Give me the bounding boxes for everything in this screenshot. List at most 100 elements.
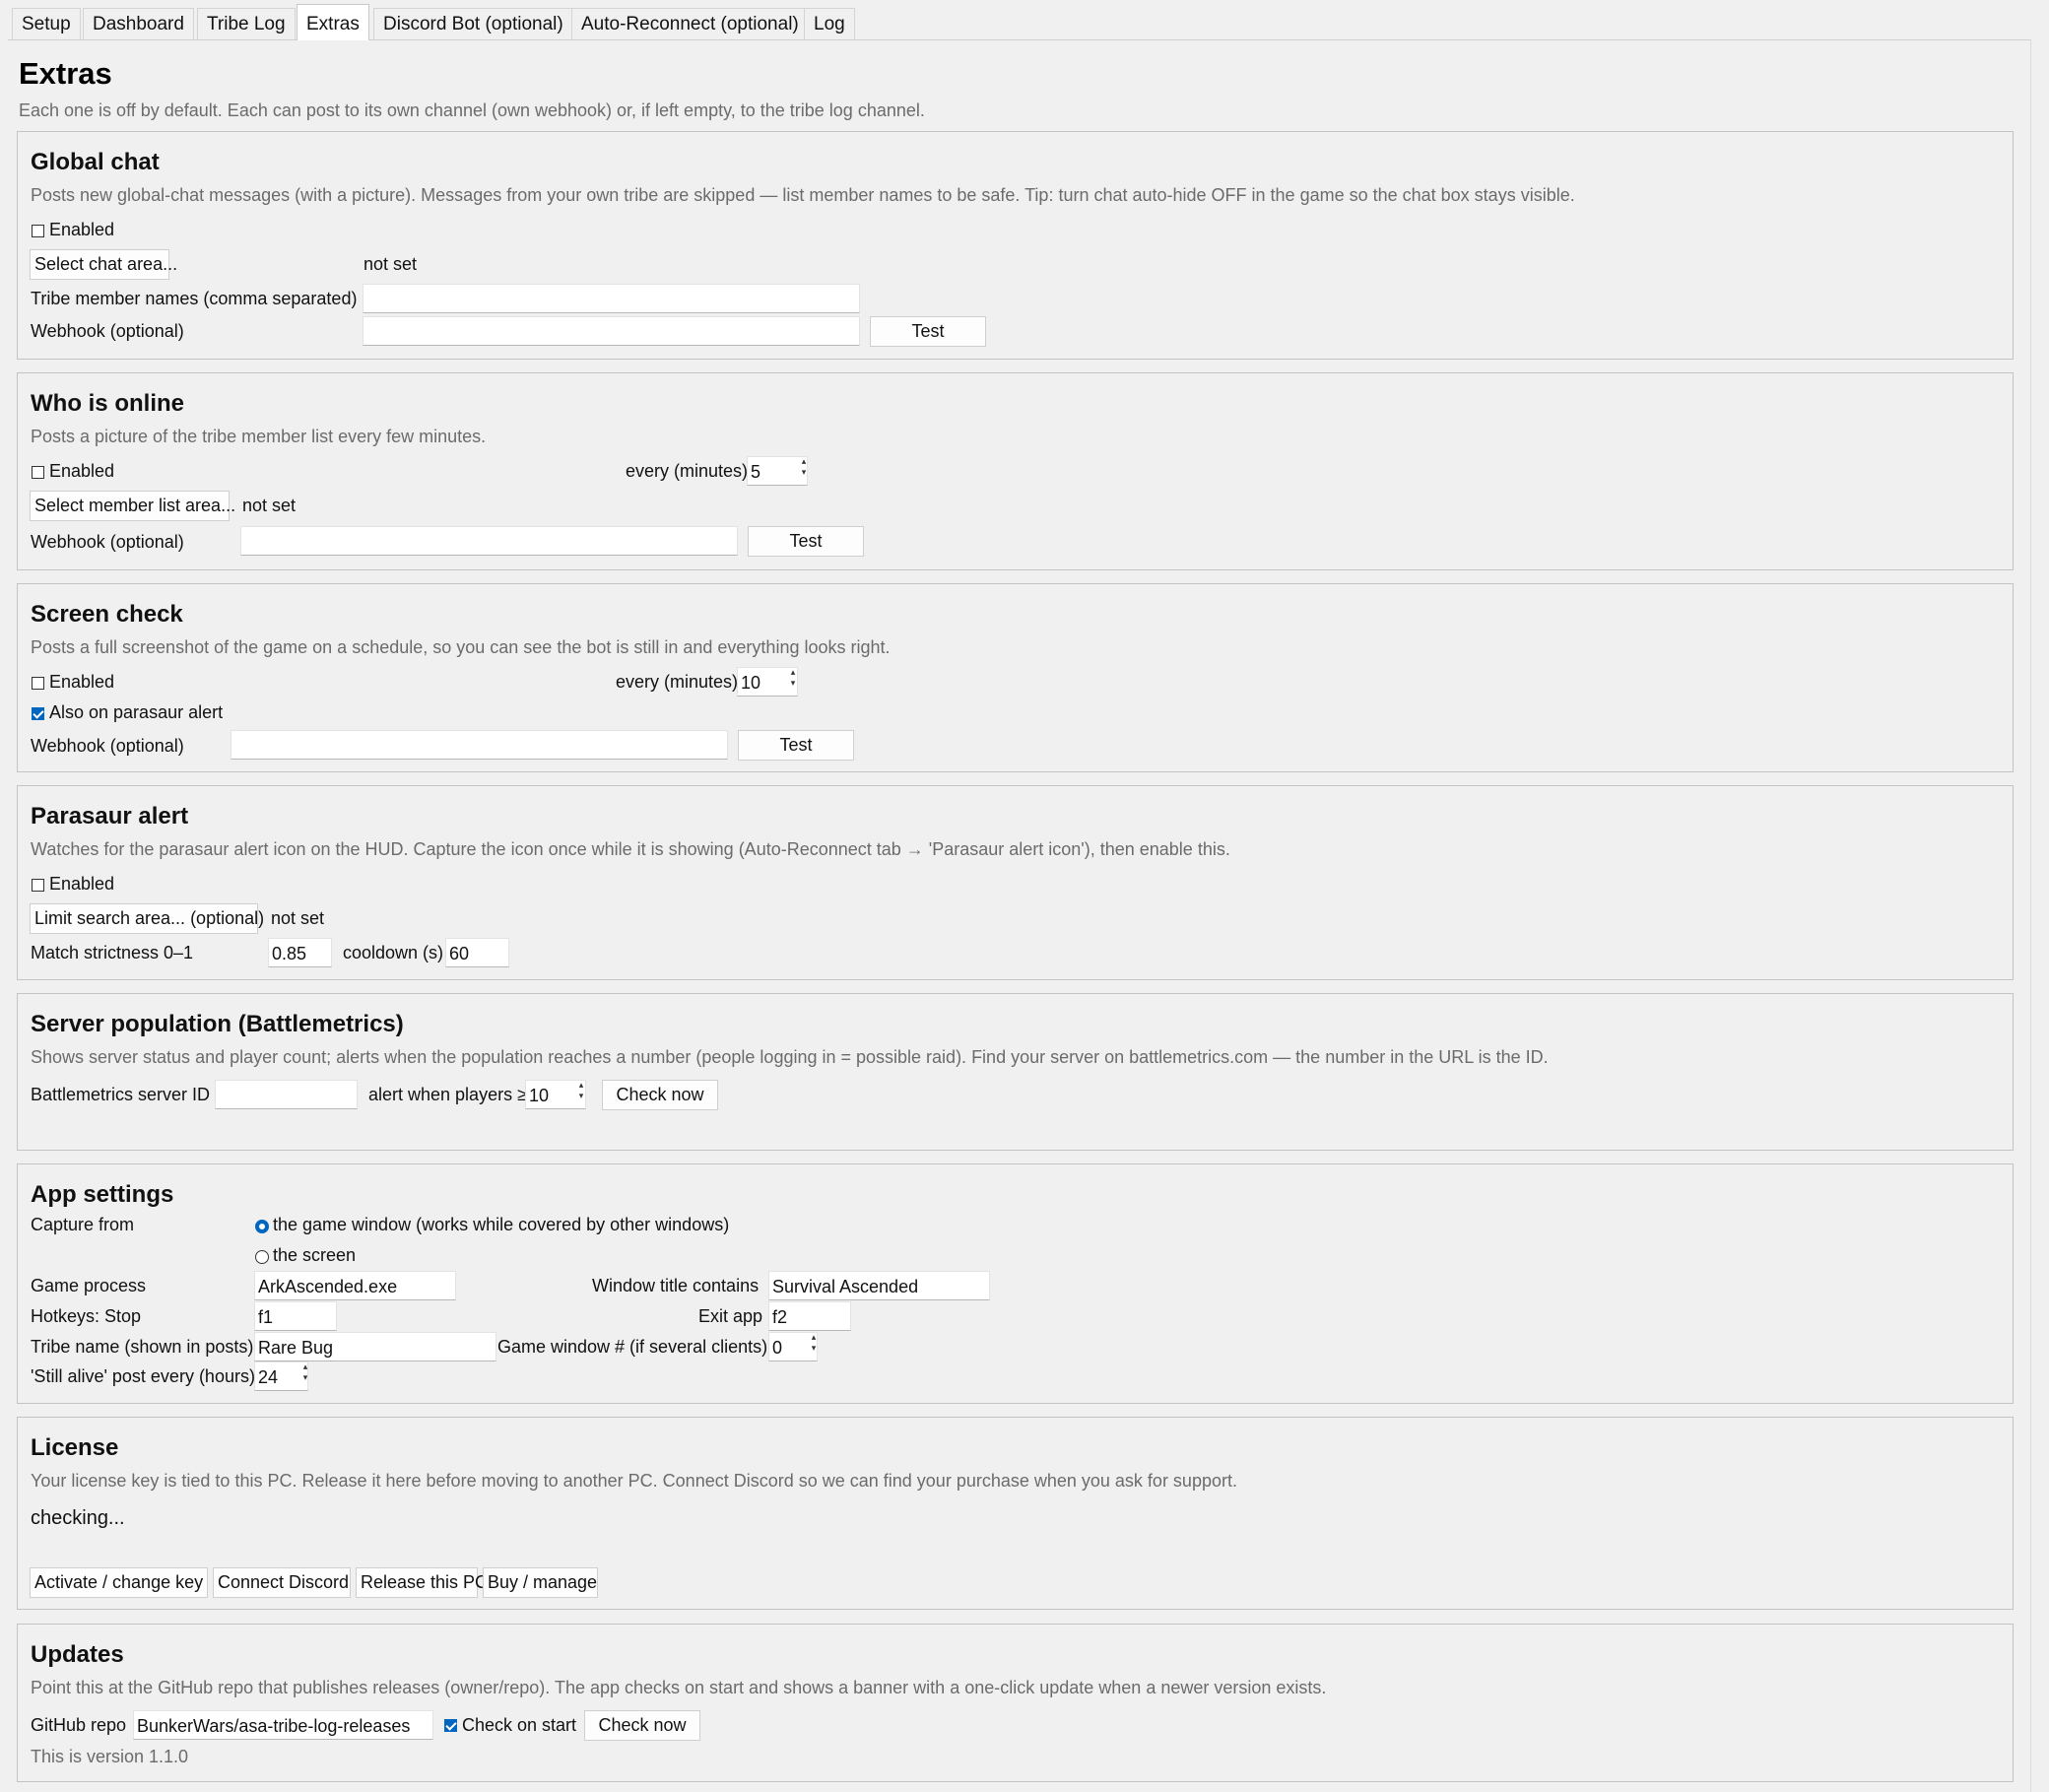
parasaur-alert-section: Parasaur alert Watches for the parasaur … — [17, 785, 2014, 980]
limit-search-area-button[interactable]: Limit search area... (optional) — [30, 903, 264, 934]
game-process-input[interactable]: ArkAscended.exe — [254, 1271, 456, 1300]
tab-setup[interactable]: Setup — [12, 8, 81, 39]
check-on-start-label: Check on start — [462, 1715, 577, 1735]
tribe-name-input[interactable]: Rare Bug — [254, 1332, 496, 1361]
spin-arrows-icon[interactable]: ▴ ▾ — [808, 1332, 820, 1361]
alert-players-label: alert when players ≥ — [368, 1085, 527, 1104]
tab-dashboard[interactable]: Dashboard — [83, 8, 194, 39]
section-description: Shows server status and player count; al… — [31, 1047, 1549, 1067]
enabled-label: Enabled — [49, 672, 115, 692]
spin-arrows-icon[interactable]: ▴ ▾ — [798, 456, 810, 486]
spin-arrows-icon[interactable]: ▴ ▾ — [787, 667, 799, 697]
exit-app-input[interactable]: f2 — [768, 1301, 851, 1331]
enabled-label: Enabled — [49, 220, 115, 239]
exit-app-label: Exit app — [698, 1306, 763, 1326]
capture-screen-label: the screen — [273, 1245, 357, 1265]
page-description: Each one is off by default. Each can pos… — [19, 100, 925, 120]
test-webhook-button[interactable]: Test — [748, 526, 864, 557]
section-title: Updates — [31, 1641, 124, 1668]
interval-label: every (minutes) — [616, 672, 739, 692]
game-window-number-label: Game window # (if several clients) — [497, 1337, 768, 1357]
enabled-checkbox[interactable] — [32, 466, 44, 479]
buy-manage-button[interactable]: Buy / manage — [483, 1567, 598, 1598]
hotkey-stop-label: Hotkeys: Stop — [31, 1306, 142, 1326]
parasaur-alert-checkbox[interactable] — [32, 707, 44, 720]
section-description: Your license key is tied to this PC. Rel… — [31, 1471, 1237, 1491]
tab-log[interactable]: Log — [804, 8, 855, 39]
enabled-checkbox[interactable] — [32, 879, 44, 892]
page-title: Extras — [19, 56, 112, 91]
section-title: Global chat — [31, 149, 160, 175]
server-id-label: Battlemetrics server ID — [31, 1085, 211, 1104]
section-title: License — [31, 1434, 119, 1461]
version-text: This is version 1.1.0 — [31, 1747, 189, 1766]
section-title: Who is online — [31, 390, 184, 417]
capture-from-label: Capture from — [31, 1215, 135, 1234]
license-section: License Your license key is tied to this… — [17, 1417, 2014, 1610]
tab-auto-reconnect[interactable]: Auto-Reconnect (optional) — [571, 8, 809, 39]
enabled-checkbox[interactable] — [32, 225, 44, 237]
global-chat-section: Global chat Posts new global-chat messag… — [17, 131, 2014, 360]
chat-area-status: not set — [364, 254, 418, 274]
server-population-section: Server population (Battlemetrics) Shows … — [17, 993, 2014, 1151]
tab-bar: Setup Dashboard Tribe Log Extras Discord… — [0, 0, 2049, 40]
check-now-button[interactable]: Check now — [602, 1080, 718, 1110]
who-online-section: Who is online Posts a picture of the tri… — [17, 372, 2014, 570]
release-pc-button[interactable]: Release this PC — [356, 1567, 488, 1598]
section-description: Posts a picture of the tribe member list… — [31, 427, 487, 446]
hotkey-stop-input[interactable]: f1 — [254, 1301, 337, 1331]
select-member-list-button[interactable]: Select member list area... — [30, 491, 235, 521]
check-on-start-checkbox[interactable] — [444, 1719, 457, 1732]
window-title-input[interactable]: Survival Ascended — [768, 1271, 990, 1300]
strictness-input[interactable]: 0.85 — [268, 938, 332, 967]
window-title-label: Window title contains — [592, 1276, 760, 1295]
section-description: Watches for the parasaur alert icon on t… — [31, 839, 1230, 859]
webhook-input[interactable] — [240, 526, 738, 556]
section-description: Posts a full screenshot of the game on a… — [31, 637, 891, 657]
select-chat-area-button[interactable]: Select chat area... — [30, 249, 177, 280]
interval-label: every (minutes) — [626, 461, 749, 481]
webhook-label: Webhook (optional) — [31, 532, 184, 552]
member-area-status: not set — [242, 496, 297, 515]
tribe-members-label: Tribe member names (comma separated) — [31, 289, 358, 308]
webhook-input[interactable] — [363, 316, 860, 346]
github-repo-label: GitHub repo — [31, 1715, 127, 1735]
still-alive-label: 'Still alive' post every (hours) — [31, 1366, 255, 1386]
parasaur-alert-label: Also on parasaur alert — [49, 702, 224, 722]
tribe-name-label: Tribe name (shown in posts) — [31, 1337, 254, 1357]
screen-check-section: Screen check Posts a full screenshot of … — [17, 583, 2014, 772]
spin-arrows-icon[interactable]: ▴ ▾ — [299, 1361, 311, 1391]
enabled-label: Enabled — [49, 874, 115, 894]
webhook-input[interactable] — [231, 730, 728, 760]
server-id-input[interactable] — [215, 1080, 358, 1109]
scrollbar-track[interactable] — [2030, 39, 2031, 1792]
check-now-button[interactable]: Check now — [584, 1710, 700, 1741]
capture-game-window-radio[interactable] — [255, 1220, 269, 1233]
test-webhook-button[interactable]: Test — [738, 730, 854, 761]
github-repo-input[interactable]: BunkerWars/asa-tribe-log-releases — [133, 1710, 433, 1740]
capture-game-window-label: the game window (works while covered by … — [273, 1215, 730, 1234]
tab-tribe-log[interactable]: Tribe Log — [197, 8, 296, 39]
activate-key-button[interactable]: Activate / change key — [30, 1567, 208, 1598]
webhook-label: Webhook (optional) — [31, 736, 184, 756]
section-title: App settings — [31, 1181, 174, 1208]
capture-screen-radio[interactable] — [255, 1250, 269, 1264]
cooldown-input[interactable]: 60 — [445, 938, 509, 967]
section-description: Point this at the GitHub repo that publi… — [31, 1678, 1327, 1697]
section-description: Posts new global-chat messages (with a p… — [31, 185, 1575, 205]
connect-discord-button[interactable]: Connect Discord — [213, 1567, 351, 1598]
section-title: Screen check — [31, 601, 183, 628]
enabled-checkbox[interactable] — [32, 677, 44, 690]
section-title: Parasaur alert — [31, 803, 189, 830]
app-settings-section: App settings Capture from the game windo… — [17, 1163, 2014, 1404]
tribe-members-input[interactable] — [363, 284, 860, 313]
tab-extras[interactable]: Extras — [297, 4, 369, 40]
test-webhook-button[interactable]: Test — [870, 316, 986, 347]
updates-section: Updates Point this at the GitHub repo th… — [17, 1624, 2014, 1782]
cooldown-label: cooldown (s) — [343, 943, 444, 962]
tab-discord-bot[interactable]: Discord Bot (optional) — [373, 8, 573, 39]
game-process-label: Game process — [31, 1276, 147, 1295]
enabled-label: Enabled — [49, 461, 115, 481]
strictness-label: Match strictness 0–1 — [31, 943, 194, 962]
spin-arrows-icon[interactable]: ▴ ▾ — [575, 1080, 587, 1109]
